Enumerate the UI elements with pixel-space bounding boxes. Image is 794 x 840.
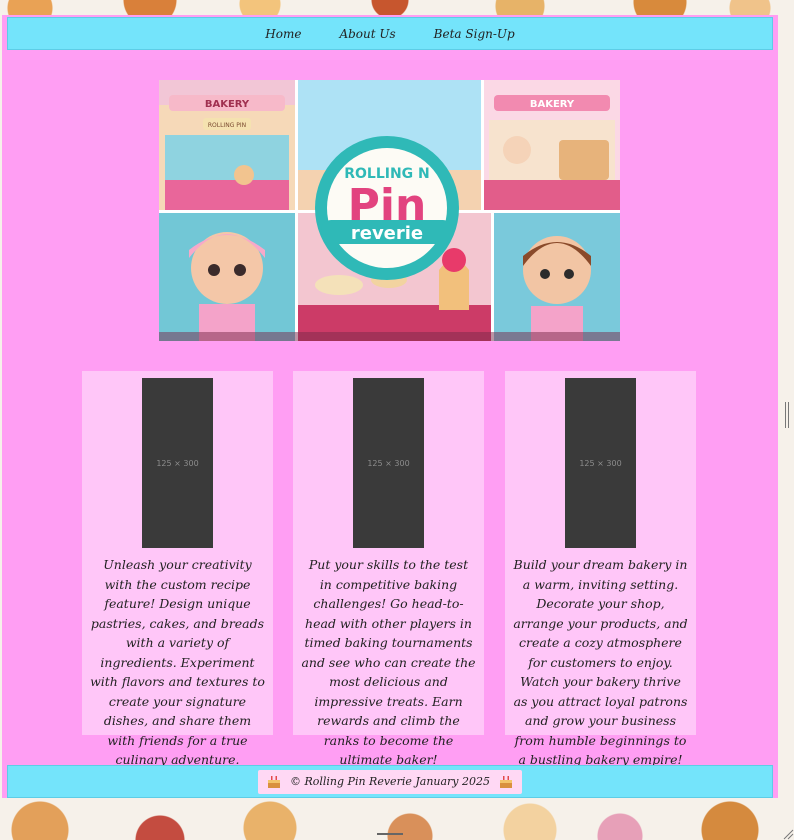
scrollbar-handle[interactable] [785, 402, 789, 428]
placeholder-size-label: 125 × 300 [579, 458, 622, 468]
nav-home-link[interactable]: Home [261, 25, 305, 43]
cake-icon [500, 775, 513, 788]
card-image-placeholder: 125 × 300 [142, 378, 213, 548]
hero-sign-left-sub: ROLLING PIN [208, 122, 246, 129]
card-description: Unleash your creativity with the custom … [90, 557, 265, 767]
footer-copyright: © Rolling Pin Reverie January 2025 [289, 775, 491, 788]
nav-about-link[interactable]: About Us [335, 25, 399, 43]
nav-bar: Home About Us Beta Sign-Up [7, 17, 773, 50]
feature-card-recipes: 125 × 300 Unleash your creativity with t… [82, 371, 273, 767]
feature-card-bakery: 125 × 300 Build your dream bakery in a w… [505, 371, 696, 767]
placeholder-size-label: 125 × 300 [367, 458, 410, 468]
footer-content: © Rolling Pin Reverie January 2025 [257, 769, 523, 794]
bottom-handle[interactable] [377, 833, 403, 835]
card-image-placeholder: 125 × 300 [565, 378, 636, 548]
hero-sign-left: BAKERY [205, 99, 250, 110]
card-description: Build your dream bakery in a warm, invit… [513, 557, 688, 767]
nav-beta-signup-link[interactable]: Beta Sign-Up [430, 25, 519, 43]
hero-logo-line3: reverie [351, 223, 423, 244]
cake-icon [267, 775, 280, 788]
hero-sign-right: BAKERY [530, 99, 575, 110]
card-description: Put your skills to the test in competiti… [301, 557, 476, 767]
feature-card-challenges: 125 × 300 Put your skills to the test in… [293, 371, 484, 767]
resize-grip-icon[interactable] [780, 826, 794, 840]
hero-image: BAKERY ROLLING PIN BAKERY ROLLING N Pin … [159, 80, 620, 341]
page-container: Home About Us Beta Sign-Up BAKERY ROLLIN… [2, 15, 778, 798]
footer-bar: © Rolling Pin Reverie January 2025 [7, 765, 773, 798]
placeholder-size-label: 125 × 300 [156, 458, 199, 468]
card-image-placeholder: 125 × 300 [353, 378, 424, 548]
